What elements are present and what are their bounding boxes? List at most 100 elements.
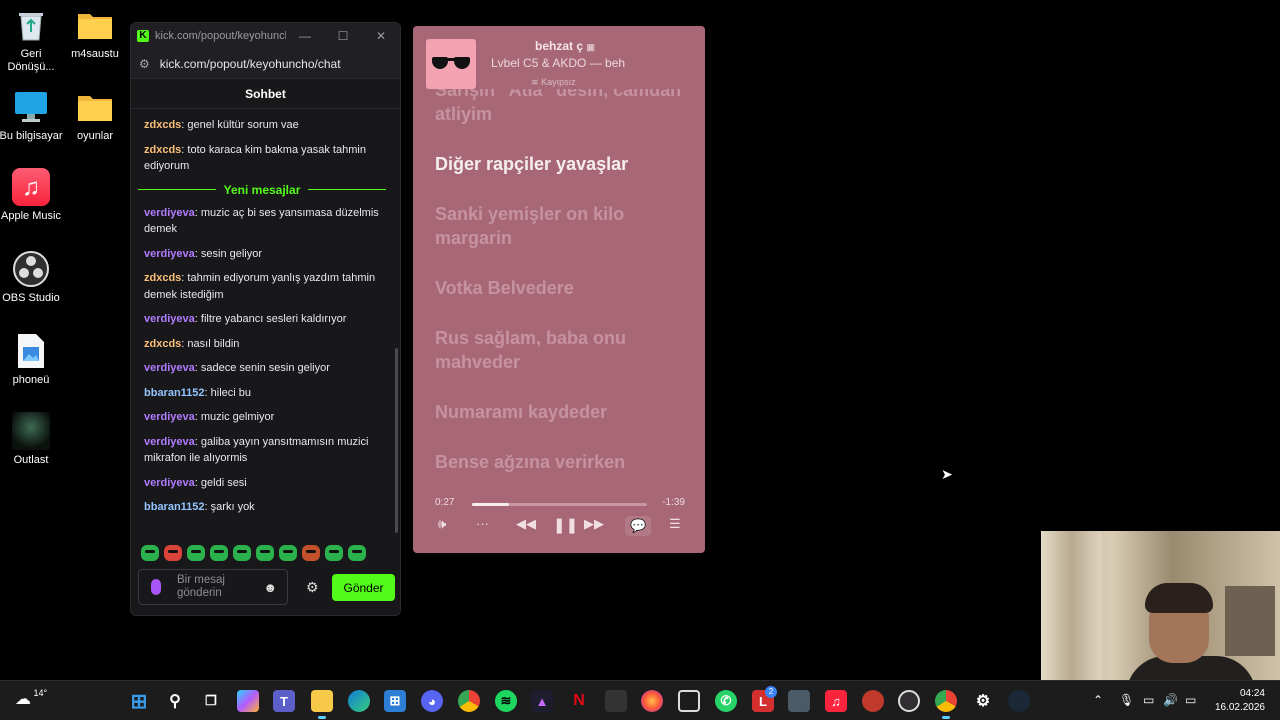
chat-message: zdxcds: toto karaca kim bakma yasak tahm… bbox=[144, 143, 366, 173]
chat-input[interactable]: Bir mesaj gönderin ☻ bbox=[138, 569, 288, 605]
chat-settings-icon[interactable]: ⚙ bbox=[306, 579, 319, 596]
firefox-icon[interactable] bbox=[641, 690, 663, 712]
chat-username[interactable]: verdiyeva bbox=[144, 477, 195, 489]
emote-icon[interactable] bbox=[210, 545, 228, 561]
chat-scrollbar[interactable] bbox=[395, 348, 398, 533]
emote-icon[interactable] bbox=[141, 545, 159, 561]
red-app-icon[interactable] bbox=[862, 690, 884, 712]
game-launcher-icon[interactable] bbox=[605, 690, 627, 712]
chat-username[interactable]: verdiyeva bbox=[144, 436, 195, 448]
chat-username[interactable]: zdxcds bbox=[144, 144, 181, 156]
album-art[interactable] bbox=[426, 39, 476, 89]
netflix-icon[interactable]: N bbox=[568, 690, 590, 712]
desktop-icon-phone[interactable]: phoneü bbox=[0, 332, 66, 387]
terminal-icon[interactable] bbox=[788, 690, 810, 712]
spotify-icon[interactable]: ≋ bbox=[495, 690, 517, 712]
chat-username[interactable]: verdiyeva bbox=[144, 411, 195, 423]
start-menu-icon[interactable]: ⊞ bbox=[128, 690, 150, 713]
search-icon[interactable]: ⚲ bbox=[164, 690, 186, 712]
emote-icon[interactable] bbox=[233, 545, 251, 561]
emote-icon[interactable] bbox=[187, 545, 205, 561]
maximize-icon[interactable]: ☐ bbox=[324, 29, 362, 43]
next-track-icon[interactable]: ▶▶ bbox=[584, 516, 604, 532]
desktop-icon-label: Geri Dönüşü... bbox=[7, 48, 55, 73]
chat-username[interactable]: verdiyeva bbox=[144, 362, 195, 374]
chat-username[interactable]: verdiyeva bbox=[144, 248, 195, 260]
desktop-icon-oyunlar[interactable]: oyunlar bbox=[60, 88, 130, 143]
desktop-icon-m4saustu[interactable]: m4saustu bbox=[60, 6, 130, 61]
chat-username[interactable]: zdxcds bbox=[144, 272, 181, 284]
emote-icon[interactable] bbox=[348, 545, 366, 561]
discord-icon[interactable]: ◕ bbox=[421, 690, 443, 712]
chat-messages: zdxcds: genel kültür sorum vae zdxcds: t… bbox=[131, 111, 392, 555]
lyric-line[interactable]: Sanki yemişler on kilo margarin bbox=[435, 202, 685, 250]
microsoft-store-icon[interactable]: ⊞ bbox=[384, 690, 406, 712]
desktop-icon-this-pc[interactable]: Bu bilgisayar bbox=[0, 88, 66, 143]
volume-icon[interactable]: 🕪 bbox=[438, 516, 446, 532]
desktop-icon-recycle-bin[interactable]: Geri Dönüşü... bbox=[0, 6, 66, 74]
network-icon[interactable]: ▭ bbox=[1143, 693, 1154, 707]
minimize-icon[interactable]: — bbox=[286, 29, 324, 43]
lyric-line[interactable]: Numaramı kaydeder bbox=[435, 400, 685, 424]
chrome-icon[interactable] bbox=[458, 690, 480, 712]
folder-icon bbox=[76, 6, 114, 44]
taskbar-clock[interactable]: 04:24 16.02.2026 bbox=[1205, 687, 1265, 715]
emoji-picker-icon[interactable]: ☻ bbox=[263, 580, 277, 595]
chrome-active-icon[interactable] bbox=[935, 690, 957, 719]
weather-widget[interactable]: ☁ 14° bbox=[15, 688, 47, 709]
site-settings-icon[interactable]: ⚙ bbox=[139, 57, 150, 71]
folder-icon bbox=[76, 88, 114, 126]
chat-username[interactable]: bbaran1152 bbox=[144, 387, 205, 399]
chat-username[interactable]: verdiyeva bbox=[144, 313, 195, 325]
address-bar[interactable]: ⚙ kick.com/popout/keyohuncho/chat bbox=[131, 49, 400, 79]
lyrics-toggle-icon[interactable]: 💬 bbox=[625, 516, 652, 536]
emote-icon[interactable] bbox=[325, 545, 343, 561]
previous-track-icon[interactable]: ◀◀ bbox=[516, 516, 536, 532]
whatsapp-icon[interactable]: ✆ bbox=[715, 690, 737, 712]
chat-username[interactable]: zdxcds bbox=[144, 119, 181, 131]
chat-username[interactable]: zdxcds bbox=[144, 338, 181, 350]
file-explorer-icon[interactable] bbox=[311, 690, 333, 719]
microphone-icon[interactable] bbox=[151, 579, 161, 595]
lossless-icon: ≋ bbox=[531, 77, 539, 87]
desktop-icon-outlast[interactable]: Outlast bbox=[0, 412, 66, 467]
lyric-line[interactable]: Rus sağlam, baba onu mahveder bbox=[435, 326, 685, 374]
copilot-icon[interactable] bbox=[237, 690, 259, 712]
lyric-line-active[interactable]: Diğer rapçiler yavaşlar bbox=[435, 152, 685, 176]
emote-icon[interactable] bbox=[302, 545, 320, 561]
lyric-line[interactable]: Sarışın "Atia" desin, camdan atliyim bbox=[435, 89, 685, 126]
microphone-tray-icon[interactable]: 🎙 bbox=[1119, 693, 1134, 707]
chat-message: verdiyeva: galiba yayın yansıtmamısın mu… bbox=[144, 435, 369, 465]
teams-icon[interactable]: T bbox=[273, 690, 295, 712]
affinity-icon[interactable]: ▲ bbox=[531, 690, 553, 712]
battery-icon[interactable]: ▭ bbox=[1185, 693, 1196, 707]
lyrics-panel[interactable]: Sarışın "Atia" desin, camdan atliyim Diğ… bbox=[435, 89, 685, 489]
lyric-line[interactable]: Votka Belvedere bbox=[435, 276, 685, 300]
progress-track[interactable] bbox=[472, 503, 647, 506]
queue-list-icon[interactable]: ☰ bbox=[669, 516, 681, 532]
pause-icon[interactable]: ❚❚ bbox=[553, 516, 578, 534]
emote-icon[interactable] bbox=[164, 545, 182, 561]
close-icon[interactable]: ✕ bbox=[362, 29, 400, 43]
chat-message: bbaran1152: şarkı yok bbox=[144, 501, 255, 513]
lyric-line[interactable]: Bense ağzına verirken bbox=[435, 450, 685, 474]
emote-icon[interactable] bbox=[256, 545, 274, 561]
volume-tray-icon[interactable]: 🔊 bbox=[1163, 693, 1178, 707]
send-button[interactable]: Gönder bbox=[332, 574, 395, 601]
show-hidden-icons-icon[interactable]: ⌃ bbox=[1093, 693, 1103, 707]
settings-icon[interactable]: ⚙ bbox=[972, 690, 994, 712]
desktop-icon-apple-music[interactable]: ♫ Apple Music bbox=[0, 168, 66, 223]
task-view-icon[interactable]: ❐ bbox=[200, 690, 222, 712]
chat-username[interactable]: bbaran1152 bbox=[144, 501, 205, 513]
chat-username[interactable]: verdiyeva bbox=[144, 207, 195, 219]
snipping-tool-icon[interactable] bbox=[678, 690, 700, 712]
song-artist[interactable]: Lvbel C5 & AKDO — beh bbox=[491, 56, 625, 70]
emote-icon[interactable] bbox=[279, 545, 297, 561]
steam-icon[interactable] bbox=[1008, 690, 1030, 712]
desktop-icon-label: Outlast bbox=[13, 454, 49, 466]
more-options-icon[interactable]: ··· bbox=[476, 516, 489, 531]
desktop-icon-obs[interactable]: OBS Studio bbox=[0, 250, 66, 305]
obs-taskbar-icon[interactable] bbox=[898, 690, 920, 712]
apple-music-taskbar-icon[interactable]: ♫ bbox=[825, 690, 847, 712]
edge-icon[interactable] bbox=[348, 690, 370, 712]
